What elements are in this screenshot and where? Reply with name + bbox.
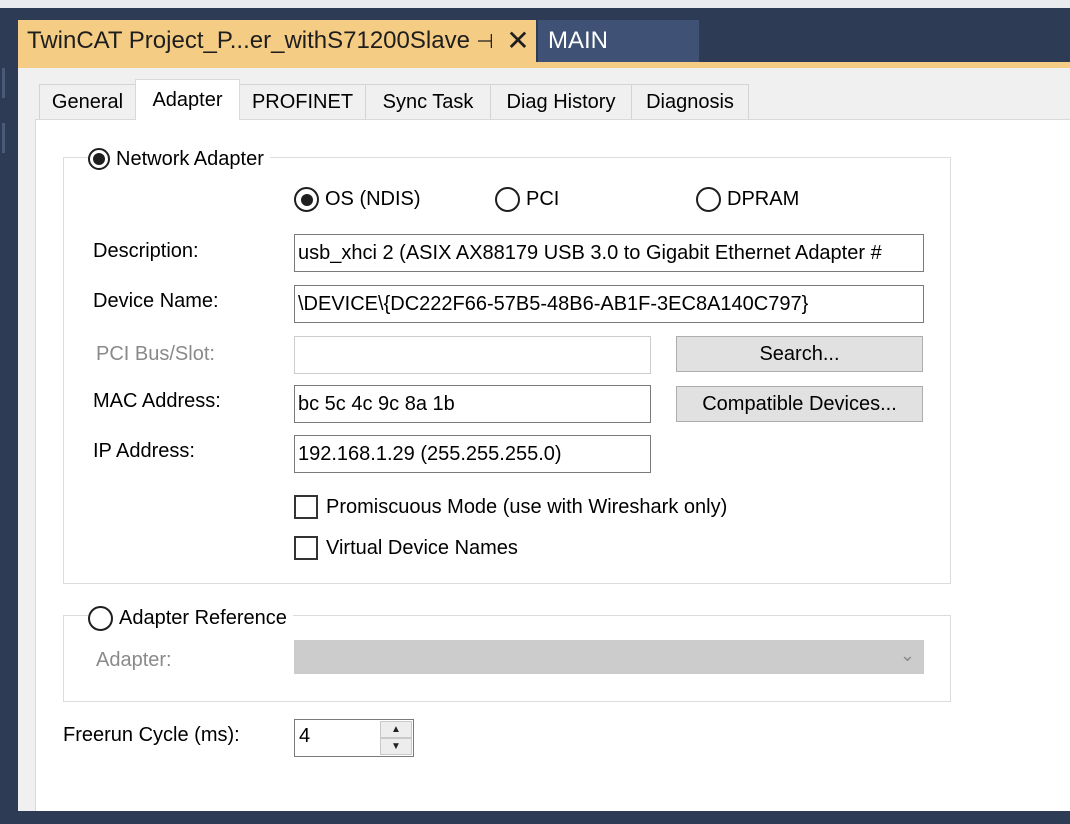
- freerun-cycle-label: Freerun Cycle (ms):: [63, 724, 240, 746]
- network-adapter-radio[interactable]: [88, 148, 110, 170]
- adapter-combo[interactable]: ⌄: [294, 640, 924, 674]
- document-tab-title: TwinCAT Project_P...er_withS71200Slave: [27, 27, 470, 54]
- adapter-reference-option[interactable]: Adapter Reference: [88, 604, 293, 632]
- tab-adapter[interactable]: Adapter: [135, 79, 240, 120]
- gutter-mark: [2, 123, 5, 153]
- device-name-field[interactable]: \DEVICE\{DC222F66-57B5-48B6-AB1F-3EC8A14…: [294, 285, 924, 323]
- mode-option-label: OS (NDIS): [325, 188, 421, 210]
- adapter-reference-radio[interactable]: [88, 605, 113, 631]
- mode-option-pci[interactable]: PCI: [495, 187, 559, 212]
- mac-address-field[interactable]: bc 5c 4c 9c 8a 1b: [294, 385, 651, 423]
- document-tab-active[interactable]: TwinCAT Project_P...er_withS71200Slave ⊣…: [18, 20, 536, 62]
- top-strip: [0, 0, 1070, 8]
- spin-down-icon[interactable]: ▼: [380, 738, 412, 755]
- tab-diagnosis[interactable]: Diagnosis: [631, 84, 749, 119]
- adapter-label: Adapter:: [96, 649, 172, 671]
- ip-address-label: IP Address:: [93, 440, 195, 462]
- mac-address-label: MAC Address:: [93, 390, 221, 412]
- left-gutter: [0, 8, 18, 824]
- network-adapter-option[interactable]: Network Adapter: [88, 146, 270, 172]
- device-name-label: Device Name:: [93, 290, 219, 312]
- tab-label: Adapter: [152, 88, 223, 111]
- search-button[interactable]: Search...: [676, 336, 923, 372]
- pci-bus-slot-field[interactable]: [294, 336, 651, 374]
- search-button-label: Search...: [759, 342, 840, 365]
- pci-radio[interactable]: [495, 187, 520, 212]
- tab-diag-history[interactable]: Diag History: [490, 84, 632, 119]
- mode-option-os-ndis[interactable]: OS (NDIS): [294, 187, 421, 212]
- pci-bus-slot-label: PCI Bus/Slot:: [96, 343, 215, 365]
- promiscuous-mode-label: Promiscuous Mode (use with Wireshark onl…: [326, 495, 728, 518]
- mode-option-label: DPRAM: [727, 188, 800, 210]
- gutter-mark: [2, 68, 5, 98]
- freerun-cycle-value[interactable]: 4: [299, 725, 310, 748]
- description-label: Description:: [93, 240, 199, 262]
- freerun-cycle-stepper[interactable]: 4 ▲ ▼: [294, 719, 414, 757]
- tab-label: PROFINET: [251, 90, 354, 113]
- virtual-device-names-option[interactable]: Virtual Device Names: [294, 536, 518, 560]
- tab-label: Diag History: [506, 90, 616, 113]
- compatible-devices-label: Compatible Devices...: [702, 392, 897, 415]
- description-field[interactable]: usb_xhci 2 (ASIX AX88179 USB 3.0 to Giga…: [294, 234, 924, 272]
- close-icon[interactable]: ✕: [500, 27, 536, 55]
- bottom-strip: [0, 811, 1070, 824]
- compatible-devices-button[interactable]: Compatible Devices...: [676, 386, 923, 422]
- tab-label: Sync Task: [382, 90, 474, 113]
- tab-general[interactable]: General: [39, 84, 136, 119]
- mode-option-label: PCI: [526, 188, 560, 210]
- virtual-device-names-checkbox[interactable]: [294, 536, 318, 560]
- spin-up-icon[interactable]: ▲: [380, 721, 412, 738]
- tab-profinet[interactable]: PROFINET: [239, 84, 366, 119]
- ip-address-field[interactable]: 192.168.1.29 (255.255.255.0): [294, 435, 651, 473]
- virtual-device-names-label: Virtual Device Names: [326, 536, 518, 559]
- tab-label: Diagnosis: [646, 90, 734, 113]
- chevron-down-icon: ⌄: [899, 645, 915, 665]
- document-tab-main[interactable]: MAIN: [538, 20, 699, 62]
- tab-label: General: [51, 90, 124, 113]
- mode-option-dpram[interactable]: DPRAM: [696, 187, 799, 212]
- document-tab-main-label: MAIN: [548, 27, 608, 54]
- adapter-reference-label: Adapter Reference: [119, 606, 287, 629]
- promiscuous-mode-checkbox[interactable]: [294, 495, 318, 519]
- network-adapter-label: Network Adapter: [116, 147, 264, 170]
- pin-icon[interactable]: ⊣: [470, 29, 500, 54]
- tab-sync-task[interactable]: Sync Task: [365, 84, 491, 119]
- dpram-radio[interactable]: [696, 187, 721, 212]
- promiscuous-mode-option[interactable]: Promiscuous Mode (use with Wireshark onl…: [294, 495, 727, 519]
- os-ndis-radio[interactable]: [294, 187, 319, 212]
